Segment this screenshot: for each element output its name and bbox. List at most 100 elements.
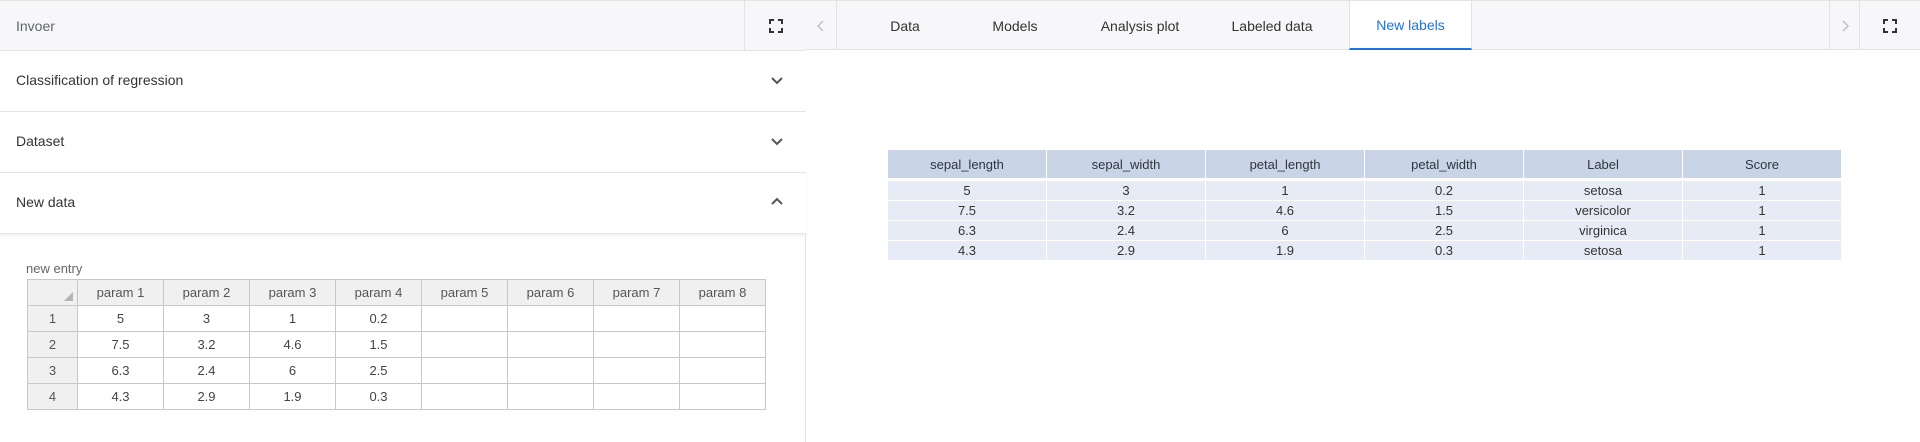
result-cell: setosa bbox=[1524, 241, 1682, 260]
grid-cell[interactable]: 5 bbox=[77, 305, 164, 332]
grid-cell[interactable] bbox=[679, 383, 766, 410]
grid-cell[interactable] bbox=[593, 305, 680, 332]
section-new-data[interactable]: New data bbox=[0, 173, 806, 234]
grid-cell[interactable] bbox=[421, 357, 508, 384]
result-col-header: sepal_width bbox=[1047, 150, 1205, 178]
grid-col-header[interactable]: param 6 bbox=[507, 279, 594, 306]
grid-row: 2 7.5 3.2 4.6 1.5 bbox=[27, 331, 766, 358]
grid-col-header[interactable]: param 3 bbox=[249, 279, 336, 306]
input-panel-header: Invoer bbox=[0, 0, 806, 51]
grid-cell[interactable] bbox=[421, 305, 508, 332]
grid-col-header[interactable]: param 7 bbox=[593, 279, 680, 306]
result-cell: 1 bbox=[1683, 221, 1841, 240]
grid-cell[interactable] bbox=[593, 357, 680, 384]
result-col-header: Label bbox=[1524, 150, 1682, 178]
result-col-header: petal_length bbox=[1206, 150, 1364, 178]
chevron-left-icon bbox=[817, 19, 824, 32]
section-classification[interactable]: Classification of regression bbox=[0, 51, 806, 112]
grid-cell[interactable]: 3 bbox=[163, 305, 250, 332]
fullscreen-button[interactable] bbox=[744, 1, 806, 51]
chevron-down-icon bbox=[771, 77, 783, 85]
grid-row-header[interactable]: 4 bbox=[27, 383, 78, 410]
grid-cell[interactable] bbox=[679, 331, 766, 358]
grid-cell[interactable] bbox=[507, 331, 594, 358]
grid-col-header[interactable]: param 1 bbox=[77, 279, 164, 306]
result-col-header: petal_width bbox=[1365, 150, 1523, 178]
result-cell: virginica bbox=[1524, 221, 1682, 240]
result-row: 4.3 2.9 1.9 0.3 setosa 1 bbox=[888, 241, 1841, 260]
result-cell: 0.3 bbox=[1365, 241, 1523, 260]
tab-labeled-data[interactable]: Labeled data bbox=[1216, 1, 1328, 50]
grid-cell[interactable] bbox=[421, 383, 508, 410]
result-cell: 5 bbox=[888, 181, 1046, 200]
result-cell: 6 bbox=[1206, 221, 1364, 240]
grid-cell[interactable] bbox=[507, 383, 594, 410]
result-cell: 2.9 bbox=[1047, 241, 1205, 260]
grid-cell[interactable]: 0.3 bbox=[335, 383, 422, 410]
grid-row: 4 4.3 2.9 1.9 0.3 bbox=[27, 383, 766, 410]
tab-bar: Data Models Analysis plot Labeled data N… bbox=[806, 0, 1920, 50]
tab-new-labels[interactable]: New labels bbox=[1349, 1, 1472, 50]
input-panel: Invoer Classification of regression Data… bbox=[0, 0, 806, 442]
grid-cell[interactable] bbox=[507, 305, 594, 332]
tab-analysis-plot[interactable]: Analysis plot bbox=[1086, 1, 1194, 50]
result-col-header: Score bbox=[1683, 150, 1841, 178]
tab-scroll-right[interactable] bbox=[1829, 1, 1860, 50]
grid-cell[interactable]: 6 bbox=[249, 357, 336, 384]
grid-cell[interactable]: 2.9 bbox=[163, 383, 250, 410]
grid-cell[interactable] bbox=[679, 305, 766, 332]
fullscreen-icon bbox=[768, 19, 783, 33]
result-row: 6.3 2.4 6 2.5 virginica 1 bbox=[888, 221, 1841, 240]
new-labels-table: sepal_length sepal_width petal_length pe… bbox=[887, 149, 1842, 261]
grid-cell[interactable]: 6.3 bbox=[77, 357, 164, 384]
result-cell: 4.6 bbox=[1206, 201, 1364, 220]
grid-row-header[interactable]: 1 bbox=[27, 305, 78, 332]
result-cell: 1 bbox=[1683, 241, 1841, 260]
fullscreen-button[interactable] bbox=[1860, 1, 1920, 50]
panel-title: Invoer bbox=[16, 18, 55, 34]
fullscreen-icon bbox=[1883, 18, 1897, 33]
grid-col-header[interactable]: param 4 bbox=[335, 279, 422, 306]
result-cell: 4.3 bbox=[888, 241, 1046, 260]
new-data-grid[interactable]: param 1 param 2 param 3 param 4 param 5 … bbox=[27, 279, 766, 410]
new-data-body: new entry param 1 param 2 param 3 param … bbox=[0, 234, 806, 442]
result-cell: 7.5 bbox=[888, 201, 1046, 220]
chevron-right-icon bbox=[1841, 19, 1849, 32]
grid-cell[interactable]: 1.5 bbox=[335, 331, 422, 358]
grid-col-header[interactable]: param 5 bbox=[421, 279, 508, 306]
tab-scroll-left[interactable] bbox=[806, 1, 837, 50]
grid-cell[interactable] bbox=[593, 383, 680, 410]
grid-cell[interactable]: 2.5 bbox=[335, 357, 422, 384]
grid-cell[interactable]: 1.9 bbox=[249, 383, 336, 410]
section-label: Classification of regression bbox=[16, 72, 184, 88]
chevron-down-icon bbox=[771, 138, 783, 146]
grid-cell[interactable]: 1 bbox=[249, 305, 336, 332]
result-cell: 0.2 bbox=[1365, 181, 1523, 200]
grid-cell[interactable]: 2.4 bbox=[163, 357, 250, 384]
tab-data[interactable]: Data bbox=[860, 1, 950, 50]
result-row: 7.5 3.2 4.6 1.5 versicolor 1 bbox=[888, 201, 1841, 220]
grid-corner[interactable] bbox=[27, 279, 78, 306]
grid-col-header[interactable]: param 8 bbox=[679, 279, 766, 306]
grid-row: 1 5 3 1 0.2 bbox=[27, 305, 766, 332]
grid-cell[interactable]: 7.5 bbox=[77, 331, 164, 358]
grid-cell[interactable]: 0.2 bbox=[335, 305, 422, 332]
grid-cell[interactable] bbox=[593, 331, 680, 358]
grid-cell[interactable] bbox=[679, 357, 766, 384]
result-row: 5 3 1 0.2 setosa 1 bbox=[888, 181, 1841, 200]
grid-cell[interactable] bbox=[507, 357, 594, 384]
tab-models[interactable]: Models bbox=[967, 1, 1063, 50]
grid-col-header[interactable]: param 2 bbox=[163, 279, 250, 306]
grid-cell[interactable]: 4.3 bbox=[77, 383, 164, 410]
result-cell: 3 bbox=[1047, 181, 1205, 200]
result-cell: 1 bbox=[1206, 181, 1364, 200]
grid-cell[interactable] bbox=[421, 331, 508, 358]
grid-row-header[interactable]: 2 bbox=[27, 331, 78, 358]
grid-row-header[interactable]: 3 bbox=[27, 357, 78, 384]
grid-cell[interactable]: 4.6 bbox=[249, 331, 336, 358]
result-col-header: sepal_length bbox=[888, 150, 1046, 178]
grid-cell[interactable]: 3.2 bbox=[163, 331, 250, 358]
section-dataset[interactable]: Dataset bbox=[0, 112, 806, 173]
chevron-up-icon bbox=[771, 197, 783, 205]
grid-row: 3 6.3 2.4 6 2.5 bbox=[27, 357, 766, 384]
